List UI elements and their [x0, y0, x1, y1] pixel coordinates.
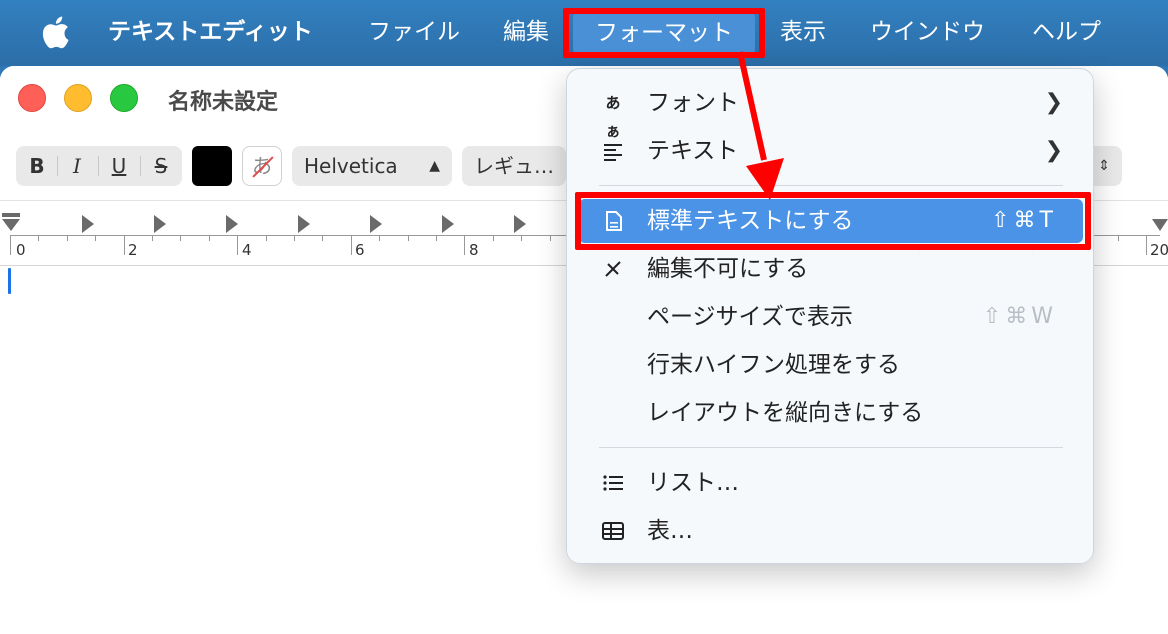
- text-color-well[interactable]: [192, 146, 232, 186]
- table-icon: [602, 522, 624, 540]
- ruler-tick: [521, 235, 522, 241]
- ruler-label: 20: [1150, 241, 1168, 259]
- ruler-tick: [1146, 235, 1147, 255]
- separator: [140, 156, 141, 176]
- ruler-label: 6: [355, 241, 365, 259]
- ruler-tick: [152, 235, 153, 241]
- font-family-popup[interactable]: Helvetica ▲: [292, 146, 452, 186]
- window-title: 名称未設定: [168, 90, 279, 115]
- menu-edit[interactable]: 編集: [503, 0, 549, 66]
- highlight-color-button[interactable]: あ: [242, 146, 282, 186]
- tab-stop[interactable]: [82, 215, 94, 233]
- menu-item-vertical-layout[interactable]: レイアウトを縦向きにする: [579, 391, 1083, 435]
- ruler-tick: [322, 235, 323, 241]
- text-style-group: B I U S: [16, 146, 182, 186]
- menu-item-label: 行末ハイフン処理をする: [647, 352, 900, 378]
- ruler-tick: [180, 235, 181, 241]
- menu-item-wrap-to-page[interactable]: ページサイズで表示 ⇧⌘W: [579, 295, 1083, 339]
- tab-stop[interactable]: [154, 215, 166, 233]
- ruler-tick: [294, 235, 295, 241]
- chevron-right-icon: ❯: [1044, 90, 1063, 115]
- tab-stop[interactable]: [514, 215, 526, 233]
- indent-marker-icon[interactable]: [2, 213, 20, 233]
- ruler-label: 8: [469, 241, 479, 259]
- menu-app-name[interactable]: テキストエディット: [108, 0, 313, 66]
- menu-item-label: フォント: [647, 90, 739, 116]
- annotation-box-format-menu: [563, 8, 765, 58]
- ruler-tick: [408, 235, 409, 241]
- ruler-label: 2: [128, 241, 138, 259]
- menu-item-make-read-only[interactable]: 編集不可にする: [579, 247, 1083, 291]
- menu-window[interactable]: ウインドウ: [870, 0, 985, 66]
- font-family-value: Helvetica: [304, 154, 398, 178]
- close-button[interactable]: [18, 84, 46, 112]
- tab-stop[interactable]: [370, 215, 382, 233]
- ruler-tick: [124, 235, 125, 255]
- zoom-button[interactable]: [110, 84, 138, 112]
- menu-item-label: 編集不可にする: [647, 256, 809, 282]
- menu-item-label: リスト…: [647, 470, 739, 496]
- font-style-value: レギュ…: [474, 154, 554, 178]
- font-aa-icon: あぁ: [605, 94, 621, 140]
- ruler-tick: [38, 235, 39, 241]
- ruler-tick: [95, 235, 96, 241]
- right-margin-marker-icon[interactable]: [1152, 219, 1168, 231]
- menu-item-hyphenation[interactable]: 行末ハイフン処理をする: [579, 343, 1083, 387]
- tab-stop[interactable]: [442, 215, 454, 233]
- menu-item-shortcut: ⇧⌘W: [982, 304, 1057, 329]
- text-align-icon: [604, 144, 622, 161]
- annotation-box-plain-text: [575, 192, 1091, 250]
- bold-button[interactable]: B: [18, 146, 56, 186]
- menu-help[interactable]: ヘルプ: [1032, 0, 1101, 66]
- menu-item-table[interactable]: 表…: [579, 509, 1083, 553]
- ruler-tick: [351, 235, 352, 255]
- separator: [98, 156, 99, 176]
- menu-view[interactable]: 表示: [780, 0, 826, 66]
- ruler-tick: [209, 235, 210, 241]
- menu-item-label: テキスト: [647, 138, 739, 164]
- strikethrough-button[interactable]: S: [142, 146, 180, 186]
- menu-file[interactable]: ファイル: [368, 0, 460, 66]
- menu-item-label: 表…: [647, 518, 693, 544]
- ruler-label: 4: [242, 241, 252, 259]
- underline-button[interactable]: U: [100, 146, 138, 186]
- chevron-right-icon: ❯: [1044, 138, 1063, 163]
- list-icon: [603, 475, 623, 491]
- ruler-tick: [1118, 235, 1119, 241]
- italic-button[interactable]: I: [58, 146, 96, 186]
- pencil-slash-icon: [605, 261, 621, 277]
- ruler-tick: [10, 235, 11, 255]
- ruler-tick: [464, 235, 465, 255]
- tab-stop[interactable]: [226, 215, 238, 233]
- tab-stop[interactable]: [298, 215, 310, 233]
- ruler-tick: [266, 235, 267, 241]
- menu-separator: [599, 185, 1063, 186]
- menu-item-list[interactable]: リスト…: [579, 461, 1083, 505]
- ruler-tick: [436, 235, 437, 241]
- menu-item-label: ページサイズで表示: [647, 304, 853, 330]
- minimize-button[interactable]: [64, 84, 92, 112]
- menu-item-label: レイアウトを縦向きにする: [647, 400, 924, 426]
- ruler-tick: [493, 235, 494, 241]
- menu-separator: [599, 447, 1063, 448]
- updown-chevron-icon: ▲: [429, 158, 440, 174]
- menu-item-text[interactable]: テキスト ❯: [579, 129, 1083, 173]
- updown-chevron-icon: ⇕: [1098, 158, 1110, 174]
- font-style-popup[interactable]: レギュ…: [462, 146, 566, 186]
- menu-item-font[interactable]: あぁ フォント ❯: [579, 81, 1083, 140]
- ruler-tick: [550, 235, 551, 241]
- apple-logo-icon[interactable]: [40, 14, 70, 50]
- ruler-label: 0: [16, 241, 26, 259]
- format-menu: あぁ フォント ❯ テキスト ❯ 標準テキストにする ⇧⌘T 編集不可にする ペ…: [566, 68, 1094, 564]
- ruler-tick: [237, 235, 238, 255]
- ruler-tick: [379, 235, 380, 241]
- ruler-tick: [67, 235, 68, 241]
